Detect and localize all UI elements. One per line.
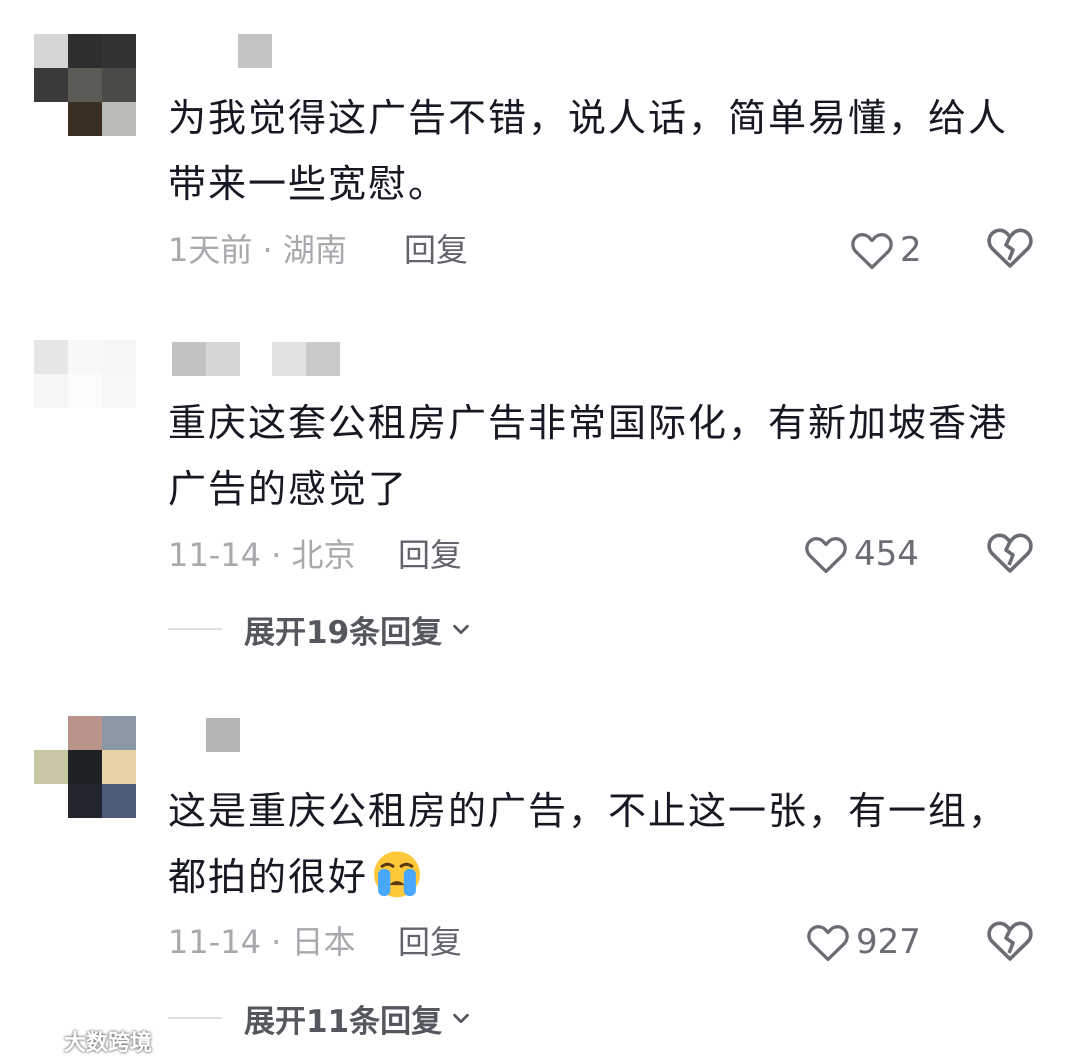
like-button-3[interactable]: 927 [806,917,921,967]
like-count-3: 927 [856,922,921,962]
reply-button-3[interactable]: 回复 [398,920,462,964]
expand-replies-button-3[interactable]: 展开11条回复 [168,996,472,1040]
comment-text-3-content: 这是重庆公租房的广告，不止这一张，有一组，都拍的很好 [168,789,1009,899]
username-3[interactable] [206,718,246,752]
broken-heart-icon[interactable] [986,917,1034,965]
comment-meta-3: 11-14 · 日本 [168,920,356,964]
meta-separator: · [271,923,282,961]
chevron-down-icon [453,1013,469,1024]
comment-text-3: 这是重庆公租房的广告，不止这一张，有一组，都拍的很好 [168,778,1038,910]
watermark: 大数跨境 [18,1026,152,1056]
heart-outline-icon [807,925,849,962]
watermark-text: 大数跨境 [64,1031,153,1056]
expand-replies-label-3: 展开11条回复 [244,1003,443,1040]
comment-date-3: 11-14 [168,923,261,961]
weibo-logo-icon [19,1030,56,1054]
avatar-3[interactable] [34,716,136,818]
divider-line [168,1017,222,1019]
comment-item-3: 这是重庆公租房的广告，不止这一张，有一组，都拍的很好 11-14 · 日本 回复… [0,0,1080,1062]
crying-face-emoji-icon [374,851,420,898]
comment-location-3: 日本 [291,923,356,961]
